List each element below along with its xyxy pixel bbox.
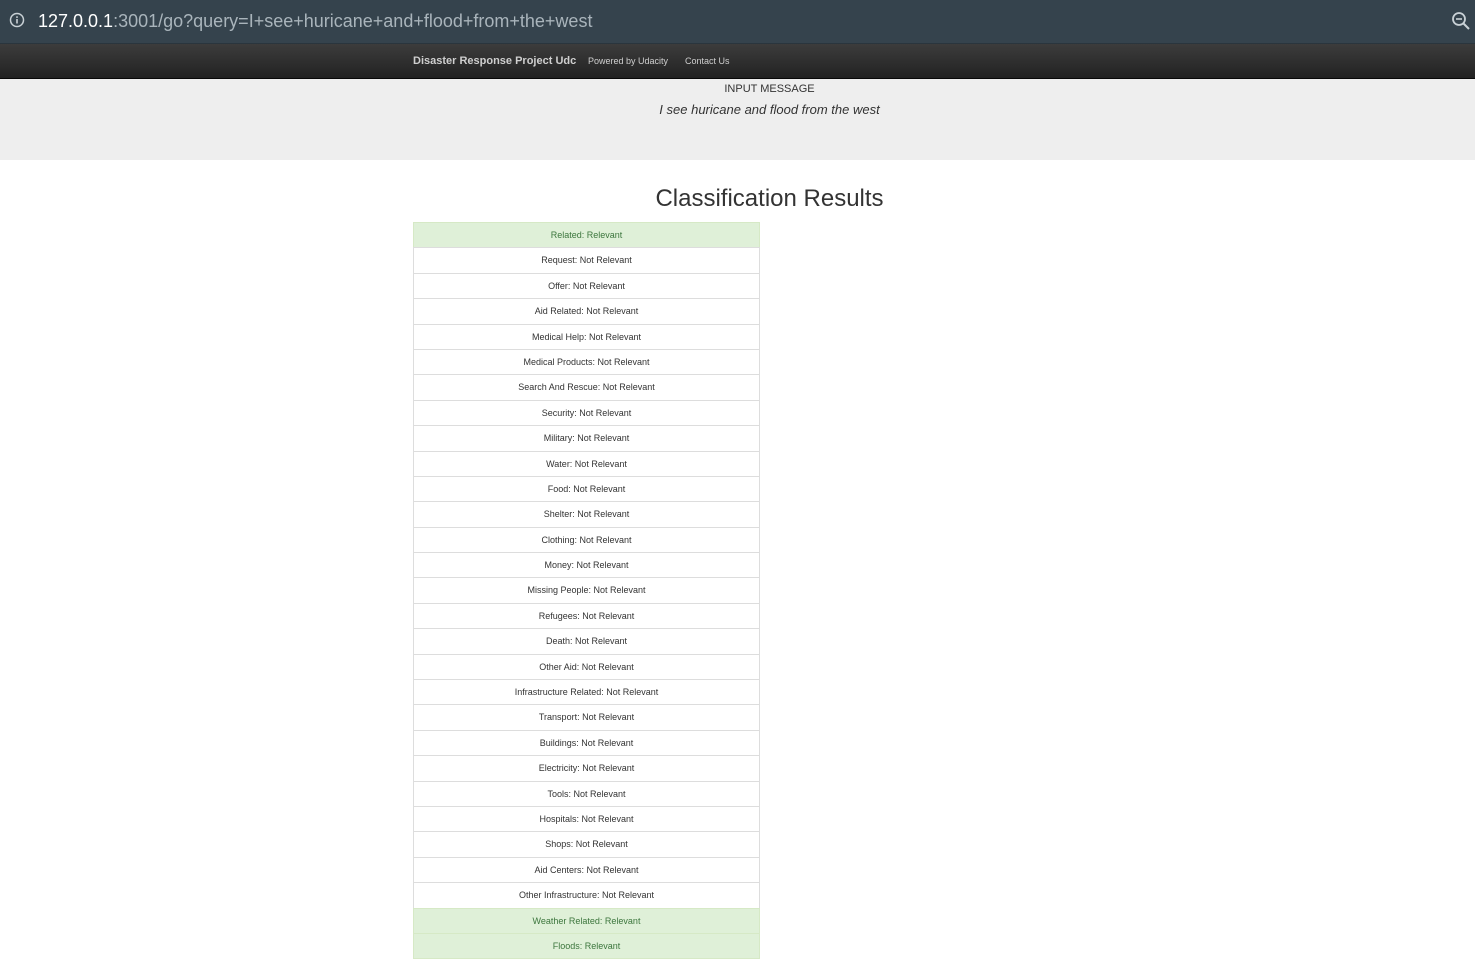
result-item: Tools: Not Relevant [413,780,760,807]
result-item: Other Aid: Not Relevant [413,653,760,681]
result-item: Security: Not Relevant [413,399,760,427]
url-field[interactable]: 127.0.0.1:3001/go?query=I+see+huricane+a… [38,9,592,33]
result-item: Aid Related: Not Relevant [413,298,760,325]
result-item: Electricity: Not Relevant [413,755,760,782]
nav-link-powered-by-udacity[interactable]: Powered by Udacity [588,56,668,66]
result-item: Missing People: Not Relevant [413,577,760,604]
result-item: Refugees: Not Relevant [413,602,760,630]
input-message-panel: INPUT MESSAGE I see huricane and flood f… [0,79,1475,160]
result-item: Shelter: Not Relevant [413,501,760,528]
result-item: Floods: Relevant [413,932,760,960]
result-item: Offer: Not Relevant [413,272,760,300]
input-message-text: I see huricane and flood from the west [659,102,880,117]
result-item: Medical Help: Not Relevant [413,323,760,350]
browser-address-bar: 127.0.0.1:3001/go?query=I+see+huricane+a… [0,0,1475,44]
result-item: Infrastructure Related: Not Relevant [413,679,760,706]
result-item: Request: Not Relevant [413,247,760,274]
result-item: Medical Products: Not Relevant [413,348,760,376]
result-item: Aid Centers: Not Relevant [413,856,760,884]
result-item: Money: Not Relevant [413,552,760,579]
result-item: Other Infrastructure: Not Relevant [413,882,760,909]
url-host: 127.0.0.1 [38,11,114,31]
results-title: Classification Results [655,185,884,212]
result-item: Transport: Not Relevant [413,704,760,731]
input-message-label: INPUT MESSAGE [724,83,815,95]
result-item: Weather Related: Relevant [413,907,760,934]
result-item: Related: Relevant [413,222,760,249]
url-path: :3001/go?query=I+see+huricane+and+flood+… [113,11,593,31]
navbar: Disaster Response Project Udc Powered by… [0,44,1475,79]
zoom-icon[interactable] [1451,11,1471,31]
navbar-brand[interactable]: Disaster Response Project Udc [413,55,576,67]
result-item: Shops: Not Relevant [413,831,760,858]
nav-link-contact-us[interactable]: Contact Us [685,56,730,66]
info-icon[interactable] [9,12,25,28]
result-item: Search And Rescue: Not Relevant [413,374,760,401]
result-item: Food: Not Relevant [413,475,760,503]
classification-results-list: Related: Relevant Request: Not Relevant Of… [413,222,760,960]
result-item: Clothing: Not Relevant [413,526,760,554]
result-item: Water: Not Relevant [413,450,760,477]
result-item: Hospitals: Not Relevant [413,805,760,833]
result-item: Buildings: Not Relevant [413,729,760,757]
result-item: Death: Not Relevant [413,628,760,655]
result-item: Military: Not Relevant [413,425,760,452]
